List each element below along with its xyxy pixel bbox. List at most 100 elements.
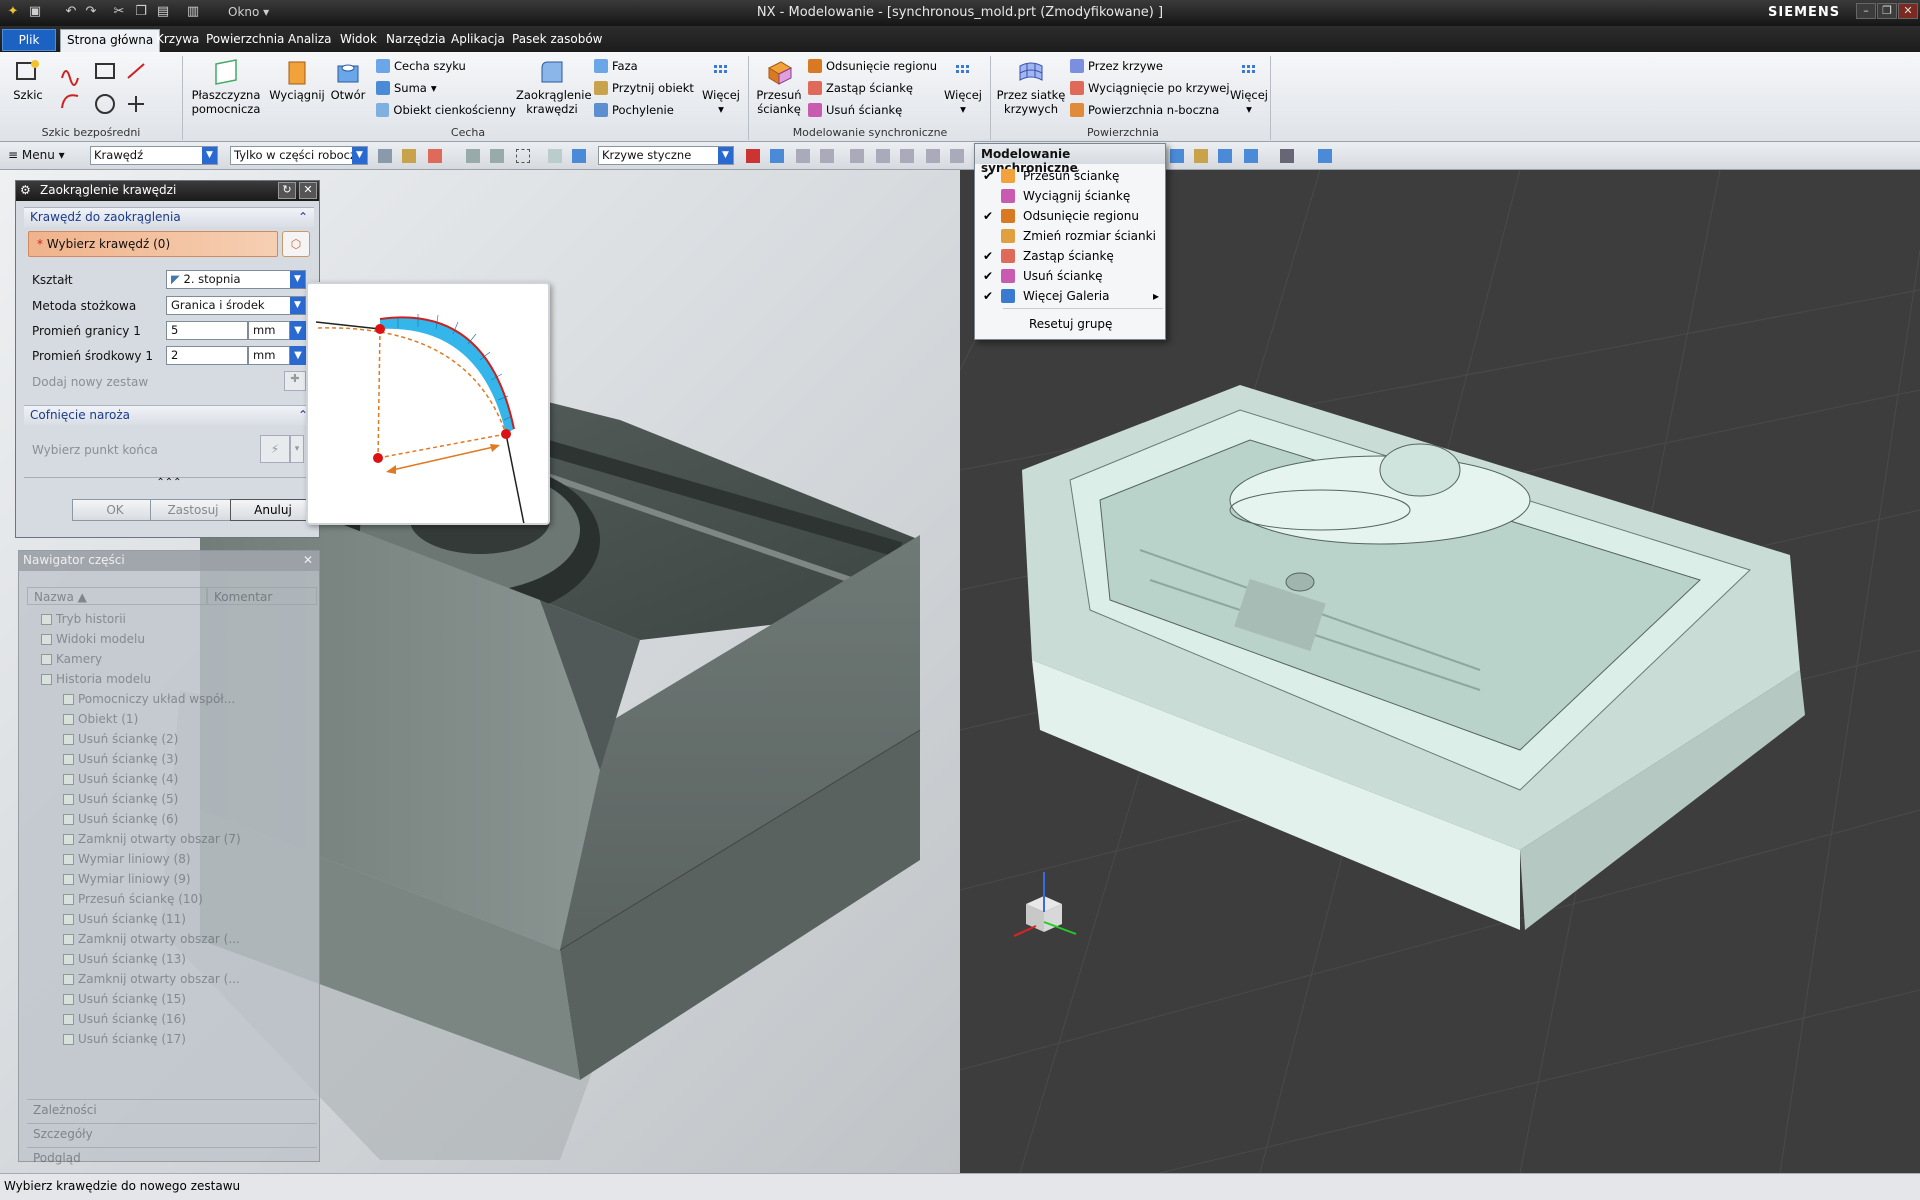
snap-point-icon[interactable] [950,149,964,163]
comment-column-header[interactable]: Komentar [207,587,317,605]
offset-region-button[interactable]: Odsunięcie regionu [808,56,938,76]
filter-icon[interactable] [378,149,392,163]
preview-panel[interactable]: Podgląd [27,1147,317,1165]
chevron-down-icon[interactable]: ▾ [290,435,304,463]
tree-row[interactable]: Tryb historii [41,609,126,629]
expand-more-icon[interactable]: ⌃⌃⌃ [24,477,314,489]
tab-application[interactable]: Aplikacja [445,29,511,51]
select-all-icon[interactable] [402,149,416,163]
select-edge-step[interactable]: * Wybierz krawędź (0) [28,231,278,257]
close-dialog-button[interactable]: ✕ [299,182,317,199]
chamfer-button[interactable]: Faza [594,56,704,76]
fit-view-icon[interactable] [1170,149,1184,163]
center-radius-unit[interactable]: mm [248,346,290,365]
conic-method-select[interactable]: Granica i środek ▼ [166,296,306,315]
close-icon[interactable]: ✕ [303,553,313,567]
body-select-icon[interactable] [490,149,504,163]
tab-home[interactable]: Strona główna [60,29,161,53]
unite-button[interactable]: Suma ▾ [376,78,516,98]
edge-select-icon[interactable]: ⬡ [282,231,310,257]
popup-item[interactable]: ✔ Zastąp ściankę [975,246,1165,266]
intent-icon[interactable] [746,149,760,163]
reset-dialog-icon[interactable]: ↻ [278,182,296,199]
details-panel[interactable]: Szczegóły [27,1123,317,1145]
snap-point-icon[interactable] [850,149,864,163]
tree-row[interactable]: Przesuń ściankę (10) [63,889,203,909]
tree-row[interactable]: Zamknij otwarty obszar (... [63,929,240,949]
cancel-button[interactable]: Anuluj [230,499,316,521]
render-style-icon[interactable] [1280,149,1294,163]
extrude-button[interactable]: Wyciągnij [268,58,326,102]
popup-item[interactable]: Zmień rozmiar ścianki [975,226,1165,246]
tab-file[interactable]: Plik [2,29,56,51]
popup-item[interactable]: ✔ Więcej Galeria ▸ [975,286,1165,306]
close-window-button[interactable]: ✕ [1898,3,1918,19]
trim-body-button[interactable]: Przytnij obiekt [594,78,704,98]
through-curves-button[interactable]: Przez krzywe [1070,56,1230,76]
tree-row[interactable]: Zamknij otwarty obszar (... [63,969,240,989]
apply-button[interactable]: Zastosuj [150,499,236,521]
edge-blend-button[interactable]: Zaokrąglenie krawędzi [516,58,592,116]
tree-row[interactable]: Historia modelu [41,669,151,689]
popup-item[interactable]: ✔ Odsunięcie regionu [975,206,1165,226]
swept-button[interactable]: Wyciągnięcie po krzywej [1070,78,1230,98]
surface-more-button[interactable]: Więcej ▾ [1230,58,1268,116]
center-radius-options-icon[interactable]: ▼ [290,346,306,365]
restore-button[interactable]: ❐ [1877,3,1897,19]
delete-face-button[interactable]: Usuń ściankę [808,100,938,120]
snap-point-icon[interactable] [820,149,834,163]
feature-select-icon[interactable] [466,149,480,163]
boundary-radius-input[interactable]: 5 [166,321,248,340]
tree-row[interactable]: Usuń ściankę (16) [63,1009,186,1029]
feature-more-button[interactable]: Więcej ▾ [702,58,740,116]
corner-setback-header[interactable]: Cofnięcie naroża ⌃ [24,405,314,425]
tab-resource-bar[interactable]: Pasek zasobów [506,29,608,51]
name-column-header[interactable]: Nazwa ▲ [27,587,207,605]
add-set-icon[interactable]: ✚ [284,371,306,391]
popup-item[interactable]: ✔ Przesuń ściankę [975,166,1165,186]
tree-row[interactable]: Usuń ściankę (13) [63,949,186,969]
minimize-button[interactable]: – [1856,3,1876,19]
tree-row[interactable]: Kamery [41,649,102,669]
tree-row[interactable]: Widoki modelu [41,629,145,649]
tree-row[interactable]: Usuń ściankę (5) [63,789,178,809]
replace-face-button[interactable]: Zastąp ściankę [808,78,938,98]
curve-rule-select[interactable]: Krzywe styczne ▼ [598,146,734,165]
sheet-icon[interactable] [572,149,586,163]
snap-icon[interactable] [428,149,442,163]
arrow-icon[interactable] [770,149,784,163]
tab-curve[interactable]: Krzywa [150,29,205,51]
boundary-radius-unit[interactable]: mm [248,321,290,340]
snap-point-icon[interactable] [900,149,914,163]
tree-row[interactable]: Pomocniczy układ współ... [63,689,235,709]
ok-button[interactable]: OK [72,499,158,521]
boundary-radius-options-icon[interactable]: ▼ [290,321,306,340]
gear-icon[interactable]: ⚙ [20,183,31,197]
sync-more-button[interactable]: Więcej ▾ [944,58,982,116]
tree-row[interactable]: Usuń ściankę (11) [63,909,186,929]
edge-section-header[interactable]: Krawędź do zaokrąglenia ⌃ [24,207,314,227]
rotate-icon[interactable] [1218,149,1232,163]
tree-row[interactable]: Wymiar liniowy (8) [63,849,191,869]
snap-point-icon[interactable] [876,149,890,163]
selection-scope-select[interactable]: Tylko w części robocz ▼ [230,146,368,165]
center-radius-input[interactable]: 2 [166,346,248,365]
tab-surface[interactable]: Powierzchnia [200,29,290,51]
through-curve-mesh-button[interactable]: Przez siatkę krzywych [996,58,1066,116]
menu-button[interactable]: ≡ Menu ▾ [8,148,65,162]
rectangle-select-icon[interactable] [516,149,530,163]
datum-plane-button[interactable]: Płaszczyzna pomocnicza [188,58,264,116]
shape-select[interactable]: ◤ 2. stopnia ▼ [166,270,306,289]
tree-row[interactable]: Wymiar liniowy (9) [63,869,191,889]
tree-row[interactable]: Usuń ściankę (6) [63,809,178,829]
n-sided-surface-button[interactable]: Powierzchnia n-boczna [1070,100,1230,120]
tree-row[interactable]: Obiekt (1) [63,709,138,729]
popup-item[interactable]: Wyciągnij ściankę [975,186,1165,206]
tree-row[interactable]: Usuń ściankę (2) [63,729,178,749]
reset-group-item[interactable]: Resetuj grupę [975,314,1165,334]
edit-section-icon[interactable] [1318,149,1332,163]
tab-tools[interactable]: Narzędzia [380,29,452,51]
type-filter-select[interactable]: Krawędź ▼ [90,146,218,165]
solid-icon[interactable] [548,149,562,163]
view-orientation-icon[interactable] [1244,149,1258,163]
